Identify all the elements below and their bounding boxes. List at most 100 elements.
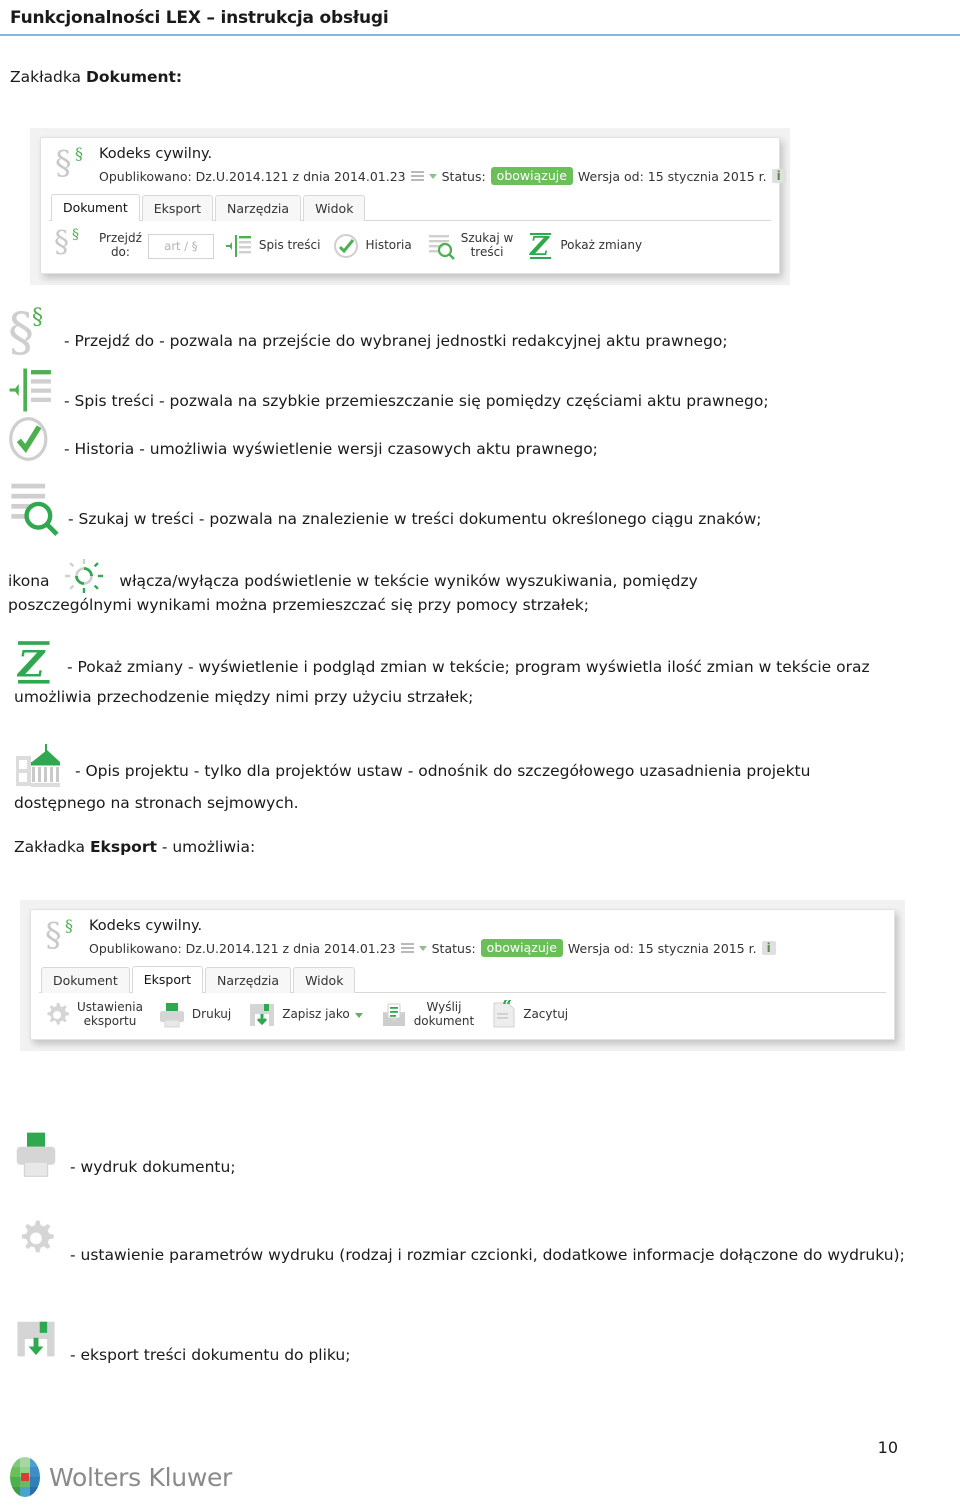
page-number: 10 <box>877 1438 898 1457</box>
paragraph-project-description: - Opis projektu - tylko dla projektów us… <box>14 742 884 815</box>
wolters-kluwer-logo <box>8 1456 42 1498</box>
toolbar-export-settings-line1: Ustawienia <box>77 1000 143 1015</box>
list-item-history: - Historia - umożliwia wyświetlenie wers… <box>8 412 938 466</box>
history-check-icon <box>8 412 54 466</box>
quote-icon: “ <box>490 996 518 1030</box>
tab-eksport[interactable]: Eksport <box>131 966 204 993</box>
list-item-print: - wydruk dokumentu; <box>14 1130 944 1184</box>
paragraph-highlight-icon: ikona włącza/wyłącza podświetlenie w tek… <box>8 558 808 617</box>
brand-name: Wolters Kluwer <box>49 1462 233 1492</box>
published-label-eksport: Opublikowano: Dz.U.2014.121 z dnia 2014.… <box>89 940 396 956</box>
table-of-contents-icon <box>224 231 254 261</box>
tab-narzedzia[interactable]: Narzędzia <box>205 967 292 993</box>
info-icon[interactable]: i <box>761 941 776 956</box>
status-badge-eksport: obowiązuje <box>480 939 563 958</box>
send-envelope-icon <box>379 1000 409 1030</box>
toolbar-save-as-label: Zapisz jako <box>282 1007 350 1022</box>
toolbar-dokument: § § Przejdź do: art / § Spis treści Hist… <box>49 221 771 273</box>
tab-eksport[interactable]: Eksport <box>141 195 214 221</box>
status-label-eksport: Status: <box>431 940 476 956</box>
search-in-text-icon <box>8 480 62 538</box>
toolbar-cite[interactable]: “ Zacytuj <box>490 996 568 1030</box>
toolbar-send-document[interactable]: Wyślij dokument <box>379 1000 475 1030</box>
toolbar-print[interactable]: Drukuj <box>157 1000 231 1030</box>
paragraph-icon: § § <box>54 225 79 260</box>
gear-icon <box>14 1218 58 1274</box>
list-item-search-in-text-text: - Szukaj w treści - pozwala na znalezien… <box>68 510 762 528</box>
document-title: Kodeks cywilny. <box>99 146 213 162</box>
metadata-list-icon[interactable] <box>410 170 424 182</box>
metadata-list-icon[interactable] <box>400 942 414 954</box>
paragraph-icon: § § <box>45 915 73 954</box>
status-badge: obowiązuje <box>490 167 573 186</box>
svg-text:“: “ <box>502 1000 512 1017</box>
tab-widok[interactable]: Widok <box>303 195 366 221</box>
app-window-dokument: § § Kodeks cywilny. Opublikowano: Dz.U.20… <box>40 137 786 274</box>
heading-eksport-prefix: Zakładka <box>14 838 90 856</box>
save-as-icon <box>14 1318 58 1370</box>
list-item-search-in-text: - Szukaj w treści - pozwala na znalezien… <box>8 480 938 538</box>
printer-icon <box>14 1130 58 1184</box>
paragraph-show-changes: Z - Pokaż zmiany - wyświetlenie i podglą… <box>14 640 884 709</box>
heading-eksport-bold: Eksport <box>89 838 157 856</box>
version-label-eksport: Wersja od: 15 stycznia 2015 r. <box>567 940 757 956</box>
chevron-down-icon[interactable] <box>354 1012 363 1018</box>
info-icon[interactable]: i <box>771 169 786 184</box>
highlight-sun-icon <box>64 558 104 594</box>
tab-dokument[interactable]: Dokument <box>41 967 130 993</box>
toolbar-send-document-line2: dokument <box>413 1014 475 1028</box>
toolbar-goto-label-line2: do: <box>110 245 130 259</box>
article-search-input[interactable]: art / § <box>147 233 214 259</box>
svg-text:§: § <box>32 305 43 330</box>
screenshot-eksport-tab: § § Kodeks cywilny. Opublikowano: Dz.U.20… <box>20 900 905 1051</box>
paragraph-project-description-text: - Opis projektu - tylko dla projektów us… <box>14 762 811 812</box>
paragraph-show-changes-text: - Pokaż zmiany - wyświetlenie i podgląd … <box>14 658 870 706</box>
heading-dokument-bold: Dokument: <box>85 68 183 86</box>
tab-widok[interactable]: Widok <box>293 967 356 993</box>
screenshot-dokument-tab: § § Kodeks cywilny. Opublikowano: Dz.U.20… <box>30 128 790 285</box>
document-title-eksport: Kodeks cywilny. <box>89 918 203 934</box>
history-check-icon <box>332 232 360 260</box>
toolbar-table-of-contents[interactable]: Spis treści <box>224 231 320 261</box>
paragraph-highlight-text: włącza/wyłącza podświetlenie w tekście w… <box>8 572 698 614</box>
chevron-down-icon[interactable] <box>428 173 437 179</box>
heading-eksport-suffix: - umożliwia: <box>156 838 256 856</box>
chevron-down-icon[interactable] <box>418 945 427 951</box>
save-as-icon <box>247 1000 277 1030</box>
tabstrip-dokument: Dokument Eksport Narzędzia Widok <box>49 193 771 221</box>
toolbar-eksport: Ustawienia eksportu Drukuj Zapisz jako W… <box>39 993 886 1039</box>
printer-icon <box>157 1000 187 1030</box>
heading-eksport: Zakładka Eksport - umożliwia: <box>14 838 255 856</box>
published-label: Opublikowano: Dz.U.2014.121 z dnia 2014.… <box>99 168 406 184</box>
toolbar-save-as[interactable]: Zapisz jako <box>247 1000 363 1030</box>
toolbar-goto[interactable]: § § Przejdź do: <box>52 228 142 264</box>
toolbar-show-changes[interactable]: Z Pokaż zmiany <box>527 232 642 262</box>
list-item-table-of-contents-text: - Spis treści - pozwala na szybkie przem… <box>64 392 769 410</box>
toolbar-export-settings[interactable]: Ustawienia eksportu <box>42 1000 143 1030</box>
list-item-print-text: - wydruk dokumentu; <box>70 1158 236 1176</box>
search-in-text-icon <box>426 231 456 261</box>
document-header-row-eksport: § § Kodeks cywilny. Opublikowano: Dz.U.20… <box>39 916 886 960</box>
list-item-export-file: - eksport treści dokumentu do pliku; <box>14 1318 944 1370</box>
tab-narzedzia[interactable]: Narzędzia <box>215 195 302 221</box>
status-label: Status: <box>441 168 486 184</box>
toolbar-export-settings-line2: eksportu <box>83 1014 137 1028</box>
heading-dokument: Zakładka Dokument: <box>10 68 182 86</box>
list-item-history-text: - Historia - umożliwia wyświetlenie wers… <box>64 440 598 458</box>
list-item-export-file-text: - eksport treści dokumentu do pliku; <box>70 1346 351 1364</box>
tab-dokument[interactable]: Dokument <box>51 194 140 221</box>
toolbar-send-document-line1: Wyślij <box>426 1000 462 1015</box>
toolbar-print-label: Drukuj <box>191 1007 232 1022</box>
toolbar-history-label: Historia <box>365 238 412 253</box>
toolbar-history[interactable]: Historia <box>332 232 412 260</box>
document-meta-row-eksport: Opublikowano: Dz.U.2014.121 z dnia 2014.… <box>89 939 776 958</box>
list-item-goto-text: - Przejdź do - pozwala na przejście do w… <box>64 332 728 350</box>
table-of-contents-icon <box>8 362 54 418</box>
toolbar-search-in-text[interactable]: Szukaj w treści <box>426 231 514 261</box>
document-meta-row: Opublikowano: Dz.U.2014.121 z dnia 2014.… <box>99 167 786 186</box>
toolbar-search-label-line1: Szukaj w <box>460 231 514 246</box>
svg-text:§: § <box>8 303 34 363</box>
version-label: Wersja od: 15 stycznia 2015 r. <box>577 168 767 184</box>
gear-icon <box>42 1000 72 1030</box>
svg-text:Z: Z <box>16 642 46 685</box>
